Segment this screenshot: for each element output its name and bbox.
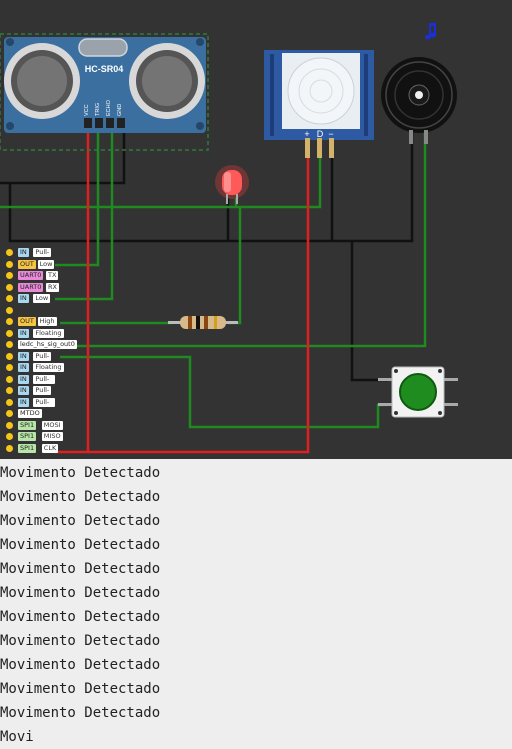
pin-mode-badge: IN [18, 397, 29, 407]
gpio-pin-dot[interactable] [6, 421, 13, 429]
serial-line: Movimento Detectado [0, 585, 161, 601]
pin-value: Pull-up [33, 248, 52, 265]
pin-mode-badge: SPI1 [18, 432, 37, 441]
gpio-pin-dot[interactable] [6, 375, 13, 383]
gpio-pin-dot[interactable] [6, 306, 13, 314]
resistor [168, 316, 238, 329]
ultrasonic-pin-label: ECHO [106, 99, 112, 116]
pir-pin-label: + [304, 129, 309, 139]
gpio-pin-dot[interactable] [6, 433, 13, 440]
wire-buzzer [60, 120, 427, 348]
gpio-pin-dot[interactable] [6, 364, 13, 371]
ultrasonic-pin-label: VCC [84, 104, 90, 116]
pin-value: CLK [41, 443, 59, 453]
pin-value: Low [33, 294, 51, 303]
pin-mode-badge: IN [18, 374, 29, 384]
wire-vcc-pir [88, 145, 310, 454]
pin-value: MOSI [41, 420, 63, 430]
pir-pin-label: − [328, 129, 333, 139]
led [215, 165, 249, 204]
pin-mode-badge: SPI1 [18, 420, 37, 430]
ultrasonic-label: HC-SR04 [85, 64, 124, 74]
pushbutton [378, 366, 458, 418]
music-note-icon [425, 23, 436, 40]
pin-value: RX [46, 282, 59, 292]
serial-line: Movimento Detectado [0, 705, 161, 721]
gpio-pin-dot[interactable] [6, 272, 13, 279]
serial-line: Movimento Detectado [0, 609, 161, 625]
ultrasonic-pin-label: TRIG [95, 103, 101, 116]
pin-value: High [37, 317, 57, 326]
pin-mode-badge: IN [18, 328, 29, 338]
pin-value: Low [37, 259, 55, 269]
serial-output: Movimento Detectado Movimento Detectado Mo… [0, 461, 512, 749]
gpio-pin-dot[interactable] [6, 318, 13, 325]
pir-pin-label: D [317, 129, 324, 139]
pin-mode-badge: IN [18, 294, 29, 303]
serial-line: Movimento Detectado [0, 465, 161, 481]
gpio-pin-dot[interactable] [6, 341, 13, 348]
pin-value: Pull-down [33, 374, 55, 392]
wire-button [60, 355, 388, 429]
pin-value: Pull-down [33, 397, 55, 415]
ultrasonic-pin-label: GND [117, 104, 123, 116]
pin-mode-badge: IN [18, 386, 29, 395]
pin-mode-badge: ledc_hs_sig_out0 [18, 340, 77, 349]
pin-mode-badge: IN [18, 248, 29, 257]
wire-gnd-ultrasonic [0, 128, 126, 185]
pin-mode-badge: OUT [18, 317, 36, 326]
pin-value: Floating [33, 363, 64, 372]
buzzer [381, 23, 457, 144]
ultrasonic-transducer-left [4, 43, 80, 119]
simulation-canvas[interactable]: HC-SR04 VCC TRIG ECHO GND + D − IN Pull-… [0, 0, 512, 459]
ultrasonic-sensor: HC-SR04 VCC TRIG ECHO GND [0, 33, 209, 151]
pin-value: MISO [41, 432, 63, 441]
serial-line: Movi [0, 729, 34, 745]
serial-monitor[interactable]: Movimento Detectado Movimento Detectado Mo… [0, 459, 512, 749]
wire-led [228, 207, 242, 325]
esp32-pin-list: INPull-upOUTLowUART0TXUART0RXINLowOUTHig… [0, 237, 90, 459]
pin-value: Pull-up [33, 386, 52, 403]
serial-line: Movimento Detectado [0, 681, 161, 697]
serial-line: Movimento Detectado [0, 633, 161, 649]
pin-value: Pull-up [33, 351, 52, 369]
pin-value: TX [46, 271, 59, 280]
pin-mode-badge: IN [18, 363, 29, 372]
pin-mode-badge: SPI1 [18, 443, 37, 453]
gpio-pin-dot[interactable] [6, 260, 13, 268]
pir-sensor: + D − [264, 50, 374, 158]
gpio-pin-dot[interactable] [6, 387, 13, 394]
wire-pir-data [0, 145, 322, 209]
gpio-pin-dot[interactable] [6, 249, 13, 256]
gpio-pin-dot[interactable] [6, 295, 13, 302]
serial-line: Movimento Detectado [0, 489, 161, 505]
pin-mode-badge: MTDO [18, 409, 42, 418]
serial-line: Movimento Detectado [0, 537, 161, 553]
gpio-pin-dot[interactable] [6, 444, 13, 452]
pin-mode-badge: UART0 [18, 271, 44, 280]
gpio-pin-dot[interactable] [6, 283, 13, 291]
serial-line: Movimento Detectado [0, 657, 161, 673]
pin-mode-badge: UART0 [18, 282, 44, 292]
serial-line: Movimento Detectado [0, 513, 161, 529]
pin-mode-badge: IN [18, 351, 29, 361]
gpio-pin-dot[interactable] [6, 410, 13, 417]
serial-line: Movimento Detectado [0, 561, 161, 577]
pin-mode-badge: OUT [18, 259, 36, 269]
gpio-pin-dot[interactable] [6, 329, 13, 337]
gpio-pin-dot[interactable] [6, 352, 13, 360]
ultrasonic-transducer-right [129, 43, 205, 119]
gpio-pin-dot[interactable] [6, 398, 13, 406]
pin-value: Floating [33, 328, 64, 338]
